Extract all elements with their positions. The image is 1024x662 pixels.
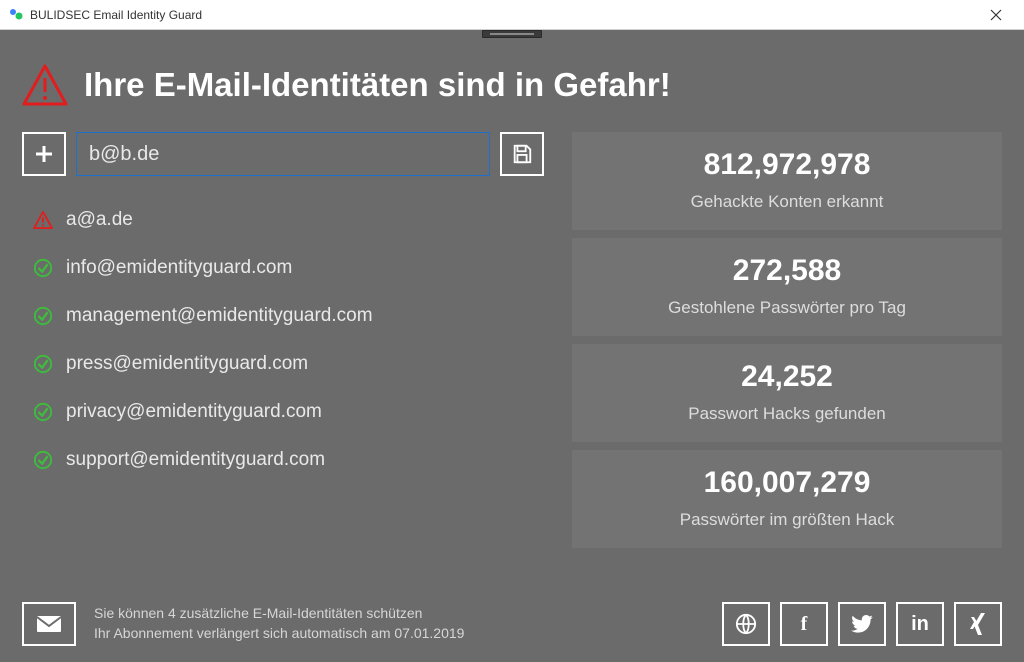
email-address: press@emidentityguard.com	[66, 353, 308, 375]
footer-text: Sie können 4 zusätzliche E-Mail-Identitä…	[94, 604, 464, 643]
xing-button[interactable]	[954, 602, 1002, 646]
facebook-button[interactable]: f	[780, 602, 828, 646]
stat-card: 812,972,978 Gehackte Konten erkannt	[572, 132, 1002, 230]
stat-value: 812,972,978	[582, 148, 992, 182]
email-item[interactable]: management@emidentityguard.com	[22, 294, 544, 338]
stat-label: Passwort Hacks gefunden	[582, 404, 992, 424]
email-item[interactable]: press@emidentityguard.com	[22, 342, 544, 386]
email-address: support@emidentityguard.com	[66, 449, 325, 471]
email-item[interactable]: support@emidentityguard.com	[22, 438, 544, 482]
globe-button[interactable]	[722, 602, 770, 646]
stat-value: 272,588	[582, 254, 992, 288]
stat-label: Passwörter im größten Hack	[582, 510, 992, 530]
email-address: a@a.de	[66, 209, 133, 231]
email-address: info@emidentityguard.com	[66, 257, 292, 279]
email-item[interactable]: a@a.de	[22, 198, 544, 242]
stat-label: Gehackte Konten erkannt	[582, 192, 992, 212]
check-icon	[32, 402, 54, 422]
email-address: management@emidentityguard.com	[66, 305, 373, 327]
page-title: Ihre E-Mail-Identitäten sind in Gefahr!	[84, 66, 671, 104]
app-icon	[8, 7, 24, 23]
email-input[interactable]	[76, 132, 490, 176]
stat-card: 24,252 Passwort Hacks gefunden	[572, 344, 1002, 442]
stat-card: 272,588 Gestohlene Passwörter pro Tag	[572, 238, 1002, 336]
linkedin-button[interactable]: in	[896, 602, 944, 646]
window-title: BULIDSEC Email Identity Guard	[30, 8, 202, 22]
email-item[interactable]: info@emidentityguard.com	[22, 246, 544, 290]
add-email-button[interactable]	[22, 132, 66, 176]
drag-handle[interactable]	[482, 30, 542, 38]
titlebar: BULIDSEC Email Identity Guard	[0, 0, 1024, 30]
check-icon	[32, 354, 54, 374]
email-item[interactable]: privacy@emidentityguard.com	[22, 390, 544, 434]
check-icon	[32, 450, 54, 470]
stat-card: 160,007,279 Passwörter im größten Hack	[572, 450, 1002, 548]
mail-button[interactable]	[22, 602, 76, 646]
check-icon	[32, 306, 54, 326]
footer-line1: Sie können 4 zusätzliche E-Mail-Identitä…	[94, 604, 464, 624]
email-address: privacy@emidentityguard.com	[66, 401, 322, 423]
twitter-button[interactable]	[838, 602, 886, 646]
drag-handle-bar	[0, 30, 1024, 40]
check-icon	[32, 258, 54, 278]
footer-line2: Ihr Abonnement verlängert sich automatis…	[94, 624, 464, 644]
close-button[interactable]	[976, 1, 1016, 29]
warning-icon	[32, 211, 54, 229]
stat-label: Gestohlene Passwörter pro Tag	[582, 298, 992, 318]
stat-value: 24,252	[582, 360, 992, 394]
stat-value: 160,007,279	[582, 466, 992, 500]
warning-icon	[22, 64, 68, 106]
save-button[interactable]	[500, 132, 544, 176]
